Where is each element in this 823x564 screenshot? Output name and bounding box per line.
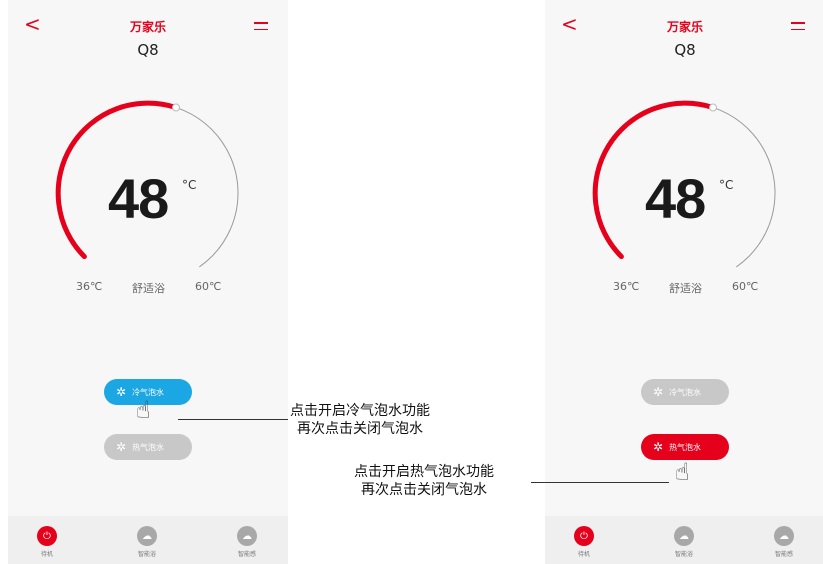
app-header: < 万家乐 Q8 xyxy=(545,0,823,70)
cloud-icon: ☁ xyxy=(137,526,157,546)
range-min-label: 36℃ xyxy=(76,280,103,293)
temperature-unit: °C xyxy=(182,178,197,192)
tab-smart-bath-label: 智能浴 xyxy=(137,551,156,558)
hot-bubble-button[interactable]: ✲ 热气泡水 xyxy=(104,434,192,460)
cloud-icon: ☁ xyxy=(774,526,794,546)
temperature-unit: °C xyxy=(719,178,734,192)
callout-hot: 点击开启热气泡水功能 再次点击关闭气泡水 xyxy=(354,463,494,499)
phone-screen-cold: < 万家乐 Q8 48 °C 36℃ 舒适浴 60℃ ✲ 冷气泡水 ☝ ✲ 热气… xyxy=(8,0,288,564)
bubble-icon: ✲ xyxy=(116,440,127,454)
tab-smart-bath-label: 智能浴 xyxy=(674,551,693,558)
cold-bubble-label: 冷气泡水 xyxy=(669,387,702,397)
tab-standby[interactable]: ⏻ 待机 xyxy=(559,526,609,558)
bubble-icon: ✲ xyxy=(653,440,664,454)
range-max-label: 60℃ xyxy=(195,280,222,293)
hot-bubble-label: 热气泡水 xyxy=(669,442,702,452)
tab-standby[interactable]: ⏻ 待机 xyxy=(22,526,72,558)
range-min-label: 36℃ xyxy=(613,280,640,293)
tab-standby-label: 待机 xyxy=(577,551,590,558)
callout-hot-line1: 点击开启热气泡水功能 xyxy=(354,464,494,480)
power-icon: ⏻ xyxy=(37,526,57,546)
bubble-icon: ✲ xyxy=(653,385,664,399)
tap-hand-icon: ☝ xyxy=(675,458,690,486)
mode-label: 舒适浴 xyxy=(669,282,702,295)
tab-smart-sense-label: 智能感 xyxy=(237,551,256,558)
cold-bubble-button[interactable]: ✲ 冷气泡水 xyxy=(641,379,729,405)
tab-smart-sense[interactable]: ☁ 智能感 xyxy=(759,526,809,558)
callout-cold-line2: 再次点击关闭气泡水 xyxy=(297,421,423,437)
cloud-icon: ☁ xyxy=(674,526,694,546)
tab-smart-sense[interactable]: ☁ 智能感 xyxy=(222,526,272,558)
brand-logo: 万家乐 xyxy=(666,20,703,34)
callout-line-hot xyxy=(531,482,669,483)
bottom-tabbar: ⏻ 待机 ☁ 智能浴 ☁ 智能感 xyxy=(8,516,288,564)
temperature-value: 48 xyxy=(645,167,706,230)
bottom-tabbar: ⏻ 待机 ☁ 智能浴 ☁ 智能感 xyxy=(545,516,823,564)
power-icon: ⏻ xyxy=(574,526,594,546)
app-header: < 万家乐 Q8 xyxy=(8,0,288,70)
phone-screen-hot: < 万家乐 Q8 48 °C 36℃ 舒适浴 60℃ ✲ 冷气泡水 ✲ 热气泡水… xyxy=(545,0,823,564)
hot-bubble-button[interactable]: ✲ 热气泡水 xyxy=(641,434,729,460)
hot-bubble-label: 热气泡水 xyxy=(132,442,165,452)
tab-standby-label: 待机 xyxy=(40,551,53,558)
tap-hand-icon: ☝ xyxy=(136,396,151,424)
cloud-icon: ☁ xyxy=(237,526,257,546)
range-max-label: 60℃ xyxy=(732,280,759,293)
mode-label: 舒适浴 xyxy=(132,282,165,295)
tab-smart-bath[interactable]: ☁ 智能浴 xyxy=(122,526,172,558)
brand-logo: 万家乐 xyxy=(129,20,166,34)
callout-cold-line1: 点击开启冷气泡水功能 xyxy=(290,403,430,419)
callout-line-cold xyxy=(178,419,288,420)
device-model: Q8 xyxy=(137,41,159,59)
device-model: Q8 xyxy=(674,41,696,59)
tab-smart-sense-label: 智能感 xyxy=(774,551,793,558)
bubble-icon: ✲ xyxy=(116,385,127,399)
callout-cold: 点击开启冷气泡水功能 再次点击关闭气泡水 xyxy=(290,402,430,438)
callout-hot-line2: 再次点击关闭气泡水 xyxy=(361,482,487,498)
menu-icon[interactable] xyxy=(254,22,268,35)
temperature-value: 48 xyxy=(108,167,169,230)
menu-icon[interactable] xyxy=(791,22,805,35)
tab-smart-bath[interactable]: ☁ 智能浴 xyxy=(659,526,709,558)
